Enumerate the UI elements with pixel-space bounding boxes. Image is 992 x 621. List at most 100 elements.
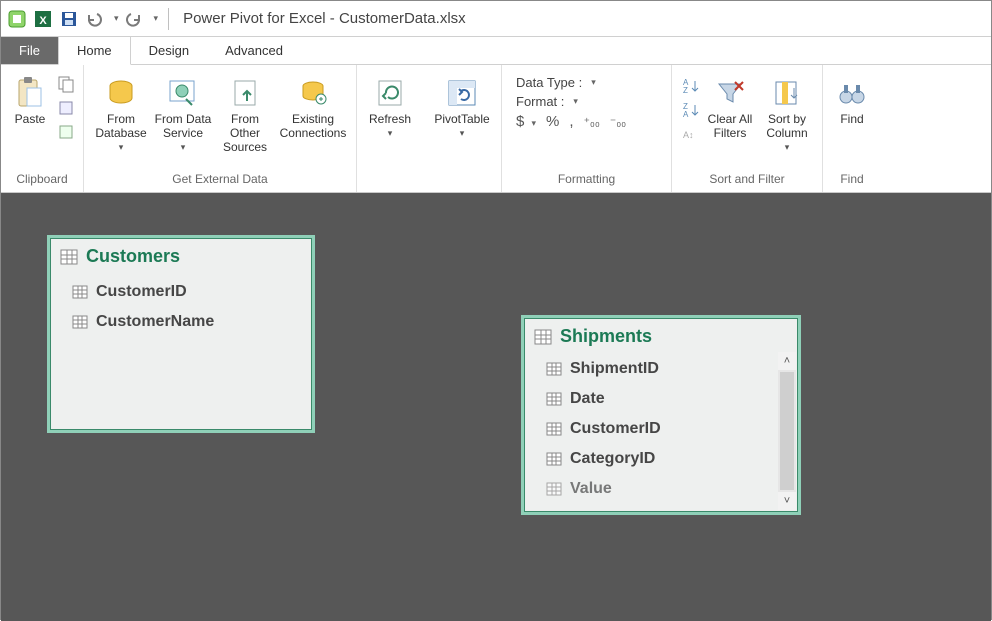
ribbon-tabs: File Home Design Advanced bbox=[1, 37, 991, 65]
data-type-dropdown[interactable]: Data Type :▾ bbox=[516, 75, 661, 90]
group-sort-filter: AZ ZA A↕ Clear All Filters Sort by Colum… bbox=[672, 65, 823, 192]
table-customers[interactable]: Customers CustomerID CustomerName bbox=[47, 235, 315, 433]
group-formatting-label: Formatting bbox=[508, 168, 665, 192]
from-other-sources-button[interactable]: From Other Sources bbox=[214, 69, 276, 154]
thousands-button[interactable]: , bbox=[569, 113, 573, 130]
field-categoryid[interactable]: CategoryID bbox=[524, 444, 778, 474]
group-pivottable: PivotTable ▾ bbox=[423, 65, 502, 192]
group-formatting: Data Type :▾ Format :▾ $ ▾ % , ⁺₀₀ ⁻₀₀ F… bbox=[502, 65, 672, 192]
other-sources-icon bbox=[227, 75, 263, 111]
refresh-icon bbox=[372, 75, 408, 111]
pivottable-label: PivotTable bbox=[434, 113, 489, 127]
group-refresh: Refresh ▾ bbox=[357, 65, 423, 192]
group-sort-filter-label: Sort and Filter bbox=[678, 168, 816, 192]
database-icon bbox=[103, 75, 139, 111]
table-icon bbox=[546, 482, 562, 496]
from-data-service-label: From Data Service bbox=[155, 113, 212, 141]
filter-clear-icon bbox=[712, 75, 748, 111]
clear-sort-button[interactable]: A↕ bbox=[680, 123, 702, 145]
increase-decimal-button[interactable]: ⁺₀₀ bbox=[584, 115, 600, 129]
group-get-external-data-label: Get External Data bbox=[90, 168, 350, 192]
tab-home[interactable]: Home bbox=[58, 36, 131, 65]
chevron-down-icon: ▾ bbox=[119, 142, 124, 153]
percent-button[interactable]: % bbox=[546, 113, 559, 130]
titlebar: X ▾ ▾ Power Pivot for Excel - CustomerDa… bbox=[1, 1, 991, 37]
window-title: Power Pivot for Excel - CustomerData.xls… bbox=[183, 10, 466, 27]
diagram-canvas[interactable]: Customers CustomerID CustomerName Shipme… bbox=[1, 193, 991, 621]
binoculars-icon bbox=[834, 75, 870, 111]
table-icon bbox=[546, 422, 562, 436]
table-shipments[interactable]: Shipments ShipmentID Date CustomerID Cat… bbox=[521, 315, 801, 515]
from-data-service-button[interactable]: From Data Service ▾ bbox=[152, 69, 214, 153]
tab-file[interactable]: File bbox=[1, 37, 58, 64]
table-icon bbox=[546, 392, 562, 406]
shipments-scrollbar[interactable]: ˄ ˅ bbox=[778, 352, 796, 510]
tab-advanced[interactable]: Advanced bbox=[207, 37, 301, 64]
group-find: Find Find bbox=[823, 65, 881, 192]
format-painter-icon[interactable] bbox=[55, 121, 77, 143]
svg-text:A↕: A↕ bbox=[683, 130, 694, 140]
svg-text:X: X bbox=[39, 15, 47, 27]
sort-desc-button[interactable]: ZA bbox=[680, 99, 702, 121]
scroll-down-icon[interactable]: ˅ bbox=[778, 492, 796, 510]
sort-by-column-label: Sort by Column bbox=[766, 113, 807, 141]
find-button[interactable]: Find bbox=[829, 69, 875, 127]
chevron-down-icon: ▾ bbox=[573, 96, 578, 107]
refresh-button[interactable]: Refresh ▾ bbox=[363, 69, 417, 139]
pivottable-button[interactable]: PivotTable ▾ bbox=[429, 69, 495, 139]
group-find-label: Find bbox=[829, 168, 875, 192]
scroll-up-icon[interactable]: ˄ bbox=[778, 352, 796, 370]
svg-text:A: A bbox=[683, 110, 689, 118]
existing-connections-label: Existing Connections bbox=[280, 113, 347, 141]
field-shipments-customerid[interactable]: CustomerID bbox=[524, 414, 778, 444]
undo-icon[interactable] bbox=[85, 9, 105, 29]
find-label: Find bbox=[840, 113, 863, 127]
save-icon[interactable] bbox=[59, 9, 79, 29]
connections-icon bbox=[295, 75, 331, 111]
table-icon bbox=[60, 249, 78, 265]
pivottable-icon bbox=[444, 75, 480, 111]
chevron-down-icon: ▾ bbox=[181, 142, 186, 153]
chevron-down-icon: ▾ bbox=[460, 128, 465, 139]
table-icon bbox=[546, 362, 562, 376]
group-get-external-data: From Database ▾ From Data Service ▾ From… bbox=[84, 65, 357, 192]
ribbon: Paste Clipboard From Database ▾ From Dat… bbox=[1, 65, 991, 193]
decrease-decimal-button[interactable]: ⁻₀₀ bbox=[610, 115, 626, 129]
clear-filters-button[interactable]: Clear All Filters bbox=[702, 69, 758, 141]
sort-by-column-button[interactable]: Sort by Column ▾ bbox=[758, 69, 816, 153]
data-service-icon bbox=[165, 75, 201, 111]
tab-design[interactable]: Design bbox=[131, 37, 207, 64]
field-date[interactable]: Date bbox=[524, 384, 778, 414]
field-shipmentid[interactable]: ShipmentID bbox=[524, 354, 778, 384]
field-value[interactable]: Value bbox=[524, 474, 778, 504]
sort-asc-button[interactable]: AZ bbox=[680, 75, 702, 97]
redo-icon[interactable] bbox=[125, 9, 145, 29]
copy-icon[interactable] bbox=[55, 73, 77, 95]
cut-icon[interactable] bbox=[55, 97, 77, 119]
titlebar-separator bbox=[168, 8, 169, 30]
chevron-down-icon: ▾ bbox=[388, 128, 393, 139]
refresh-label: Refresh bbox=[369, 113, 411, 127]
existing-connections-button[interactable]: Existing Connections bbox=[276, 69, 350, 141]
paste-button[interactable]: Paste bbox=[7, 69, 53, 127]
currency-button[interactable]: $ ▾ bbox=[516, 113, 536, 130]
redo-dropdown-icon[interactable]: ▾ bbox=[154, 13, 159, 24]
group-clipboard-label: Clipboard bbox=[7, 168, 77, 192]
undo-dropdown-icon[interactable]: ▾ bbox=[114, 13, 119, 24]
chevron-down-icon: ▾ bbox=[785, 142, 790, 153]
paste-icon bbox=[12, 75, 48, 111]
table-shipments-title[interactable]: Shipments bbox=[524, 318, 798, 357]
svg-text:Z: Z bbox=[683, 86, 688, 94]
from-database-label: From Database bbox=[95, 113, 146, 141]
excel-icon: X bbox=[33, 9, 53, 29]
field-customerid[interactable]: CustomerID bbox=[50, 277, 312, 307]
format-dropdown[interactable]: Format :▾ bbox=[516, 94, 661, 109]
scroll-thumb[interactable] bbox=[780, 372, 794, 490]
group-clipboard: Paste Clipboard bbox=[1, 65, 84, 192]
table-customers-title[interactable]: Customers bbox=[50, 238, 312, 277]
from-database-button[interactable]: From Database ▾ bbox=[90, 69, 152, 153]
field-customername[interactable]: CustomerName bbox=[50, 307, 312, 337]
clear-filters-label: Clear All Filters bbox=[708, 113, 753, 141]
powerpivot-icon bbox=[7, 9, 27, 29]
chevron-down-icon: ▾ bbox=[591, 77, 596, 88]
